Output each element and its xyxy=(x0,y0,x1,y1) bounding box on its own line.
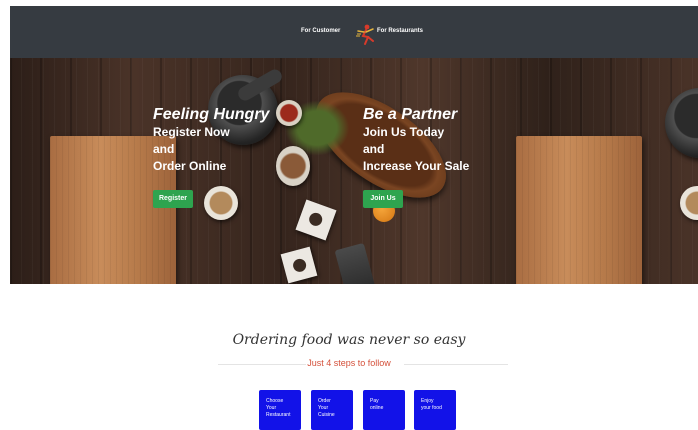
spice-bowl-image xyxy=(276,146,310,186)
step-card-order-cuisine[interactable]: Order Your Cuisine xyxy=(311,390,353,430)
hero-banner: Feeling Hungry Register Now and Order On… xyxy=(10,58,698,284)
spice-bowl-image xyxy=(276,100,302,126)
cutting-board-image xyxy=(516,136,642,284)
step-text: Your xyxy=(318,405,329,411)
step-text: Enjoy xyxy=(421,398,434,404)
top-navbar: For Customer For Restaurants xyxy=(10,6,698,58)
step-card-enjoy-food[interactable]: Enjoy your food xyxy=(414,390,456,430)
step-text: Restaurant xyxy=(266,412,291,418)
spice-bowl-image xyxy=(680,186,698,220)
register-button[interactable]: Register xyxy=(153,190,193,208)
partner-heading: Be a Partner xyxy=(363,106,458,123)
customer-line: Order Online xyxy=(153,159,227,173)
step-text: Pay xyxy=(370,398,379,404)
customer-heading: Feeling Hungry xyxy=(153,106,270,123)
step-text: your food xyxy=(421,405,442,411)
cleaver-image xyxy=(334,242,376,284)
running-chef-logo-icon[interactable] xyxy=(354,23,378,47)
steps-subtitle: Just 4 steps to follow xyxy=(307,358,391,368)
step-card-pay-online[interactable]: Pay online xyxy=(363,390,405,430)
square-dish-image xyxy=(280,246,318,284)
steps-title: Ordering food was never so easy xyxy=(232,332,466,348)
step-card-choose-restaurant[interactable]: Choose Your Restaurant xyxy=(259,390,301,430)
partner-line: Increase Your Sale xyxy=(363,159,470,173)
partner-line: and xyxy=(363,142,385,156)
square-dish-image xyxy=(295,199,337,241)
step-text: Cuisine xyxy=(318,412,335,418)
customer-line: and xyxy=(153,142,175,156)
step-text: online xyxy=(370,405,384,411)
step-text: Order xyxy=(318,398,331,404)
step-text: Choose xyxy=(266,398,284,404)
nav-link-for-restaurants[interactable]: For Restaurants xyxy=(377,28,423,34)
join-us-button[interactable]: Join Us xyxy=(363,190,403,208)
nav-link-for-customer[interactable]: For Customer xyxy=(301,28,340,34)
mortar-image xyxy=(665,88,698,158)
step-text: Your xyxy=(266,405,277,411)
spice-bowl-image xyxy=(204,186,238,220)
partner-line: Join Us Today xyxy=(363,125,445,139)
customer-line: Register Now xyxy=(153,125,230,139)
